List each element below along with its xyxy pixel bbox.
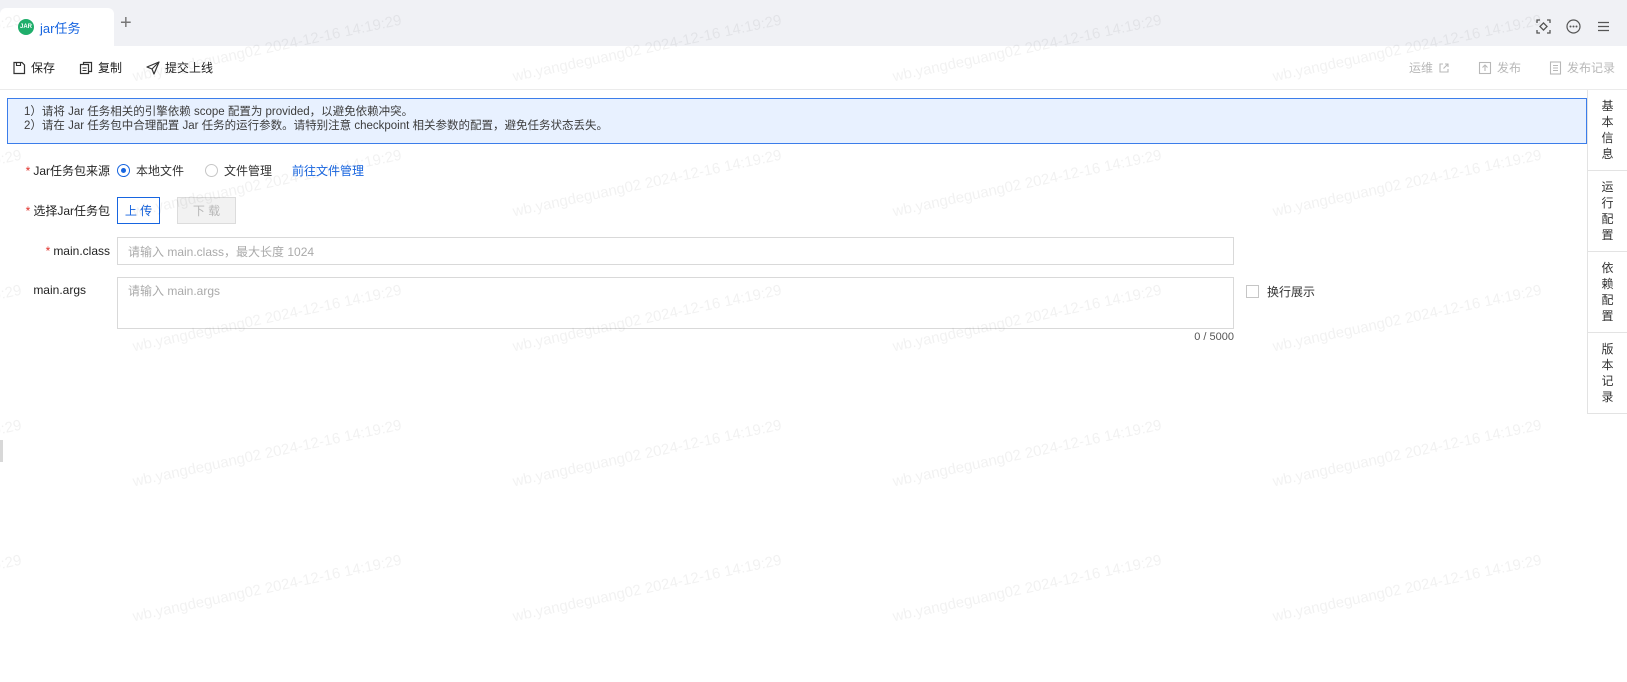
sidenav-char: 本 [1601,358,1614,372]
watermark-text: wb.yangdeguang02 2024-12-16 14:19:29 [511,551,784,626]
jar-file-icon: JAR [18,19,34,35]
submit-online-button[interactable]: 提交上线 [146,59,213,76]
submit-online-label: 提交上线 [165,61,214,75]
add-tab-icon[interactable]: + [120,13,132,33]
radio-checked-icon [117,164,130,177]
watermark-text: wb.yangdeguang02 2024-12-16 14:19:29 [511,416,784,491]
radio-local-file-label: 本地文件 [136,164,185,178]
download-button[interactable]: 下 载 [177,197,236,224]
watermark-text: wb.yangdeguang02 2024-12-16 14:19:29 [131,416,404,491]
main-class-input[interactable]: 请输入 main.class，最大长度 1024 [117,237,1234,265]
watermark-text: wb.yangdeguang02 2024-12-16 14:19:29 [891,551,1164,626]
source-label-text: Jar任务包来源 [33,164,110,178]
wrap-display-label: 换行展示 [1267,285,1316,299]
sidenav-char: 记 [1601,374,1614,388]
source-label: * Jar任务包来源 [25,164,110,178]
sidenav-char: 赖 [1601,277,1614,291]
goto-file-management-link[interactable]: 前往文件管理 [292,162,364,179]
watermark-text: wb.yangdeguang02 2024-12-16 14:19:29 [131,551,404,626]
watermark-text: wb.yangdeguang02 2024-12-16 14:19:29 [891,416,1164,491]
form-row-source: * Jar任务包来源 本地文件 文件管理 前往文件管理 [0,162,364,179]
external-link-icon [1439,62,1449,73]
document-icon [1549,60,1562,75]
upload-button[interactable]: 上 传 [117,197,160,224]
copy-label: 复制 [98,61,123,75]
sidenav-run-config[interactable]: 运 行 配 置 [1587,171,1627,252]
left-resize-handle[interactable] [0,440,3,462]
sidenav-char: 录 [1601,390,1614,404]
save-icon [13,61,26,74]
sidenav-char: 依 [1601,261,1614,275]
watermark-text: wb.yangdeguang02 2024-12-16 14:19:29 [1271,416,1544,491]
main-class-label-text: main.class [53,244,110,258]
tab-jar-task[interactable]: JAR jar任务 [0,8,114,46]
watermark-text: wb.yangdeguang02 2024-12-16 14:19:29 [511,146,784,221]
char-counter: 0 / 5000 [1194,331,1234,343]
watermark-text: wb.yangdeguang02 2024-12-16 14:19:29 [1271,551,1544,626]
side-nav: 基 本 信 息 运 行 配 置 依 赖 配 置 版 本 记 录 [1587,90,1627,414]
package-label: * 选择Jar任务包 [25,204,110,218]
sidenav-dependency-config[interactable]: 依 赖 配 置 [1587,252,1627,333]
radio-local-file[interactable]: 本地文件 [117,162,184,179]
publish-icon [1478,61,1492,74]
sidenav-char: 配 [1601,212,1614,226]
sidenav-char: 基 [1601,99,1614,113]
send-icon [146,60,160,75]
radio-unchecked-icon [205,164,219,177]
toolbar: 保存 复制 提交上线 运维 发布 发布记录 [0,46,1627,90]
watermark-text: wb.yangdeguang02 2024-12-16 14:19:29 [0,416,24,491]
sidenav-version-log[interactable]: 版 本 记 录 [1587,333,1627,414]
sidenav-char: 置 [1601,228,1614,242]
more-icon[interactable] [1565,18,1581,34]
checkbox-icon [1246,285,1259,298]
sidenav-char: 版 [1601,342,1614,356]
notice-line-1: 1）请将 Jar 任务相关的引擎依赖 scope 配置为 provided，以避… [24,106,414,118]
copy-icon [79,61,93,74]
tab-label: jar任务 [40,20,81,36]
publish-log-button[interactable]: 发布记录 [1549,59,1615,76]
package-label-text: 选择Jar任务包 [33,204,110,218]
watermark-text: wb.yangdeguang02 2024-12-16 14:19:29 [1271,146,1544,221]
ops-button[interactable]: 运维 [1409,59,1450,76]
publish-log-label: 发布记录 [1566,61,1615,75]
ops-label: 运维 [1408,61,1433,75]
radio-file-management-label: 文件管理 [224,164,273,178]
form-row-main-class: * main.class 请输入 main.class，最大长度 1024 [0,237,1234,265]
sidenav-char: 信 [1601,131,1614,145]
tab-bar: JAR jar任务 + [0,0,1627,46]
sidenav-char: 行 [1601,196,1614,210]
publish-button[interactable]: 发布 [1478,59,1521,76]
copy-button[interactable]: 复制 [79,59,122,76]
notice-line-2: 2）请在 Jar 任务包中合理配置 Jar 任务的运行参数。请特别注意 chec… [24,120,608,132]
sidenav-char: 息 [1601,147,1614,161]
sidenav-char: 本 [1601,115,1614,129]
sidenav-basic-info[interactable]: 基 本 信 息 [1587,90,1627,171]
wrap-display-checkbox[interactable]: 换行展示 [1246,283,1315,300]
save-button[interactable]: 保存 [12,59,55,76]
notice-banner: 1）请将 Jar 任务相关的引擎依赖 scope 配置为 provided，以避… [7,98,1587,144]
menu-icon[interactable] [1595,18,1611,34]
publish-label: 发布 [1496,61,1521,75]
save-label: 保存 [31,61,56,75]
radio-file-management[interactable]: 文件管理 [205,162,272,179]
focus-icon[interactable] [1535,18,1551,34]
main-args-label: main.args [33,283,86,297]
main-args-textarea[interactable]: 请输入 main.args [117,277,1234,329]
main-class-label: * main.class [45,244,110,258]
sidenav-char: 置 [1601,309,1614,323]
watermark-text: wb.yangdeguang02 2024-12-16 14:19:29 [0,551,24,626]
watermark-text: wb.yangdeguang02 2024-12-16 14:19:29 [891,146,1164,221]
form-row-package: * 选择Jar任务包 上 传 下 载 [0,197,236,224]
sidenav-char: 配 [1601,293,1614,307]
sidenav-char: 运 [1601,180,1614,194]
